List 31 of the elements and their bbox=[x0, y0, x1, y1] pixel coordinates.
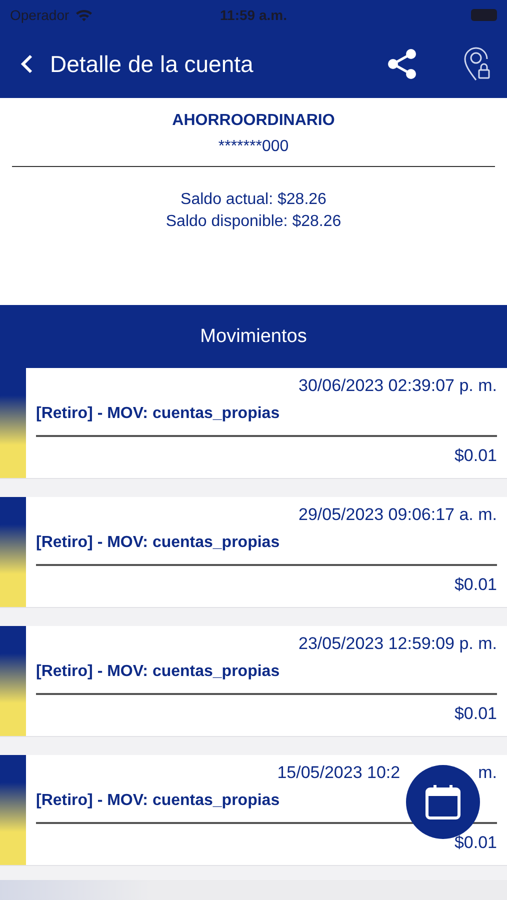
movement-description: [Retiro] - MOV: cuentas_propias bbox=[36, 663, 281, 681]
movement-amount: $0.01 bbox=[454, 446, 497, 466]
movement-date: 29/05/2023 09:06:17 a. m. bbox=[298, 505, 497, 525]
movement-description: [Retiro] - MOV: cuentas_propias bbox=[36, 405, 281, 423]
wifi-icon bbox=[75, 8, 94, 22]
balance-text: Saldo disponible: $28.26 bbox=[166, 212, 342, 232]
movement-amount: $0.01 bbox=[454, 575, 497, 595]
balance-text: Saldo actual: $28.26 bbox=[180, 190, 326, 210]
section-title: Movimientos bbox=[200, 326, 307, 348]
movement-card[interactable]: 30/06/2023 02:39:07 p. m. [Retiro] - MOV: cuentas_propias $0.01 bbox=[0, 368, 507, 479]
movement-date: 15/05/2023 10:2 bbox=[277, 763, 400, 783]
account-number: *******000 bbox=[218, 138, 289, 156]
back-button[interactable] bbox=[20, 54, 34, 74]
movement-card[interactable]: 15/05/2023 10:2 m. [Retiro] - MOV: cuentas_propias $0.01 bbox=[0, 755, 507, 866]
carrier-name: Operador bbox=[10, 7, 70, 23]
calendar-icon bbox=[424, 783, 462, 821]
movement-description: [Retiro] - MOV: cuentas_propias bbox=[36, 534, 281, 552]
movement-date: 30/06/2023 02:39:07 p. m. bbox=[298, 376, 497, 396]
location-lock-button[interactable] bbox=[463, 46, 491, 82]
battery-icon bbox=[471, 9, 497, 21]
movement-description: [Retiro] - MOV: cuentas_propias bbox=[36, 792, 281, 810]
movement-date: 23/05/2023 12:59:09 p. m. bbox=[298, 634, 497, 654]
movement-date: m. bbox=[478, 763, 497, 783]
movement-card[interactable]: 23/05/2023 12:59:09 p. m. [Retiro] - MOV: cuentas_propias $0.01 bbox=[0, 626, 507, 737]
account-type: AHORROORDINARIO bbox=[172, 112, 335, 130]
movement-card[interactable]: 29/05/2023 09:06:17 a. m. [Retiro] - MOV: cuentas_propias $0.01 bbox=[0, 497, 507, 608]
movement-amount: $0.01 bbox=[454, 704, 497, 724]
movement-amount: $0.01 bbox=[454, 833, 497, 853]
screen-title: Detalle de la cuenta bbox=[50, 50, 254, 78]
clock-time: 11:59 a.m. bbox=[220, 7, 287, 23]
share-button[interactable] bbox=[387, 48, 417, 80]
